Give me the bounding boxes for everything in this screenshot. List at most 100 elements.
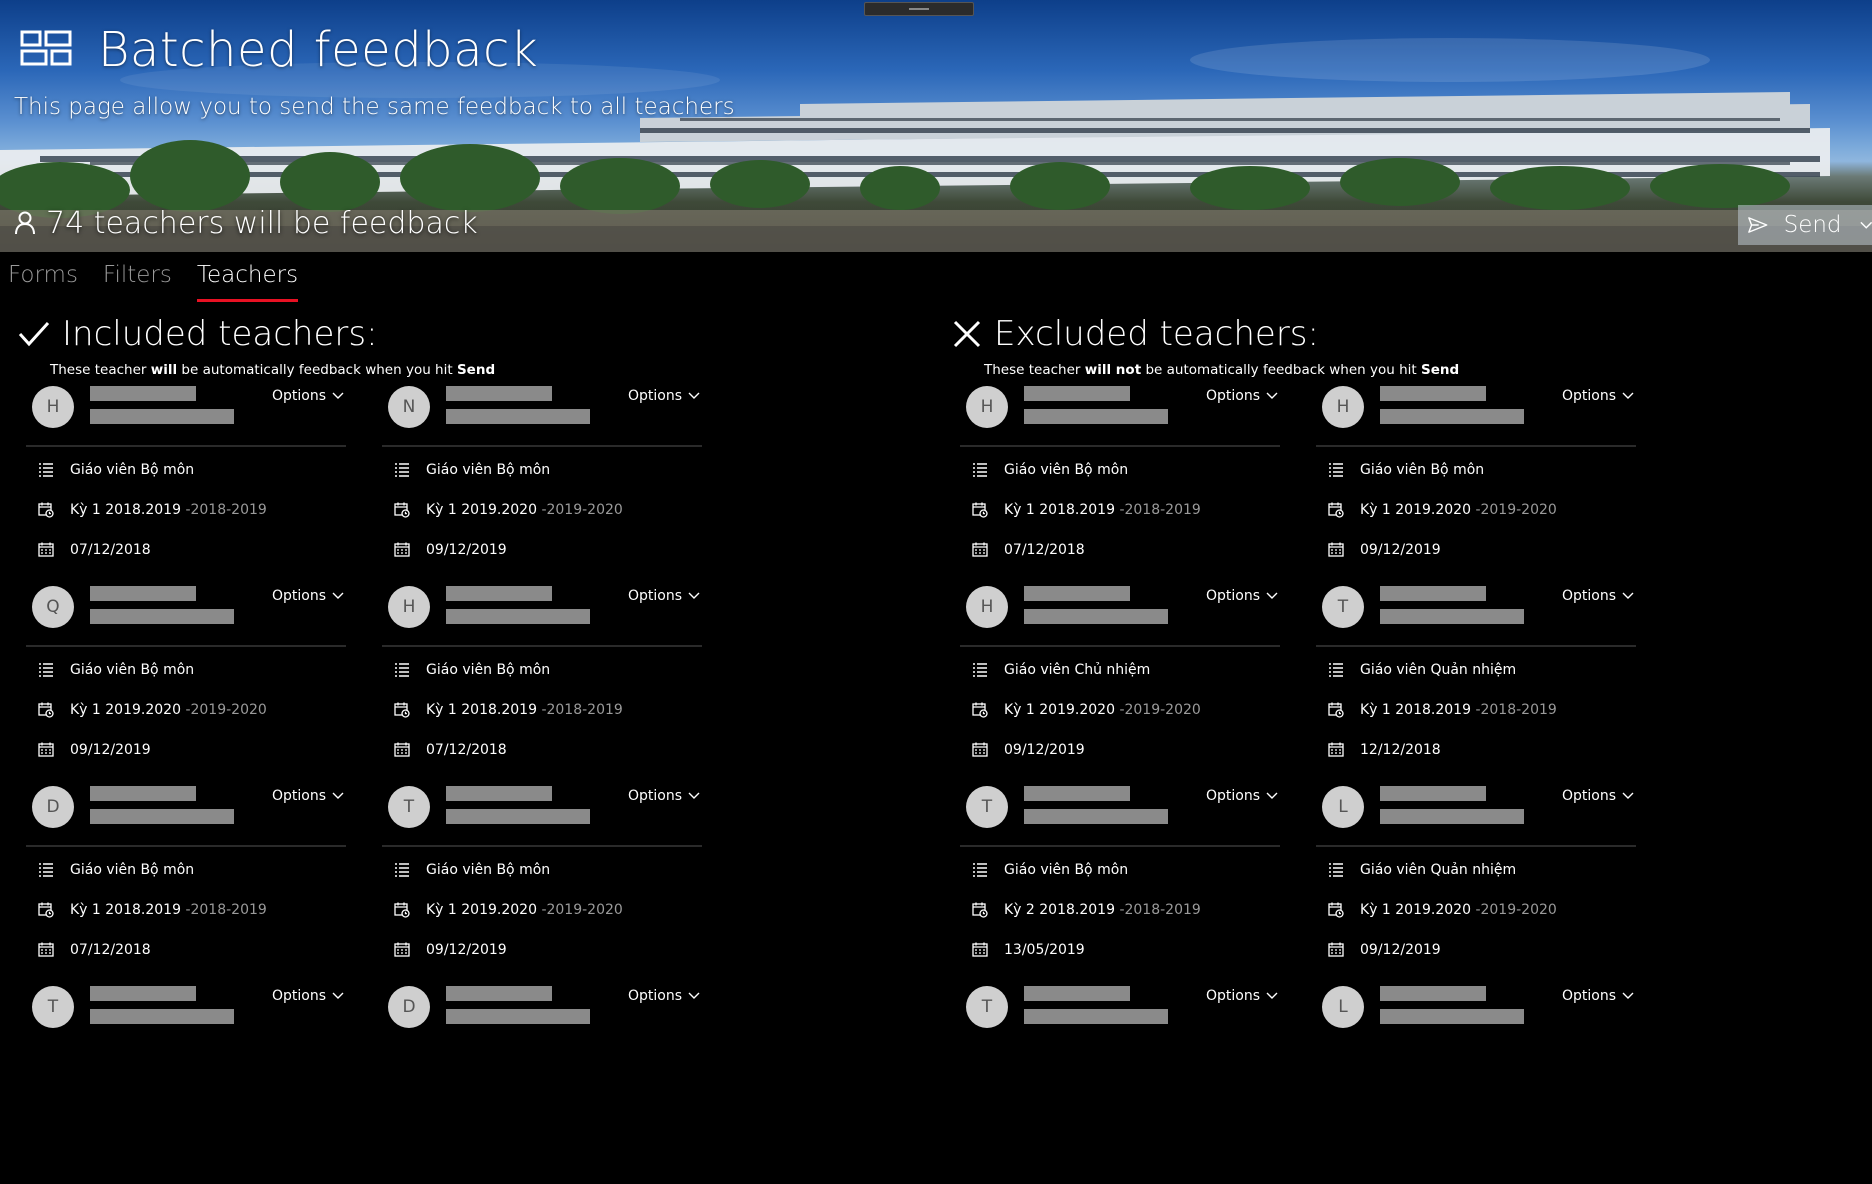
redacted-name	[1024, 386, 1130, 401]
included-section: Included teachers: These teacher will be…	[18, 312, 702, 1028]
teacher-card[interactable]: T Options Giáo viên Bộ môn Kỳ 1 2019.2020 -…	[382, 784, 702, 984]
window-drag-handle[interactable]	[864, 2, 974, 16]
teacher-card[interactable]: L Options Giáo viên Quản nhiệm Kỳ 1 2019.20…	[1316, 784, 1636, 984]
term-text: Kỳ 1 2018.2019	[70, 502, 181, 518]
teacher-card[interactable]: D Options Giáo viên Bộ môn Kỳ 1 2018.2019 -…	[26, 784, 346, 984]
teacher-card[interactable]: D Options	[382, 984, 702, 1184]
role-row: Giáo viên Bộ môn	[38, 660, 194, 680]
options-dropdown[interactable]: Options	[628, 788, 700, 804]
role-row: Giáo viên Bộ môn	[972, 860, 1128, 880]
school-year-text: -2019-2020	[541, 502, 623, 518]
options-dropdown[interactable]: Options	[1206, 388, 1278, 404]
teacher-card[interactable]: Q Options Giáo viên Bộ môn Kỳ 1 2019.2020 -…	[26, 584, 346, 784]
term-text: Kỳ 1 2018.2019	[1360, 702, 1471, 718]
term-row: Kỳ 1 2019.2020 -2019-2020	[394, 900, 623, 920]
date-row: 09/12/2019	[972, 740, 1085, 760]
card-divider	[382, 845, 702, 847]
date-text: 09/12/2019	[70, 742, 151, 758]
options-dropdown[interactable]: Options	[1562, 388, 1634, 404]
teacher-card[interactable]: H Options Giáo viên Bộ môn Kỳ 1 2018.2019 -…	[26, 384, 346, 584]
teacher-card[interactable]: H Options Giáo viên Bộ môn Kỳ 1 2019.2020 -…	[1316, 384, 1636, 584]
options-dropdown[interactable]: Options	[1562, 988, 1634, 1004]
options-label: Options	[627, 988, 682, 1004]
tab-teachers[interactable]: Teachers	[196, 262, 299, 302]
role-row: Giáo viên Bộ môn	[1328, 460, 1484, 480]
teacher-card[interactable]: L Options	[1316, 984, 1636, 1184]
school-year-text: -2018-2019	[185, 502, 267, 518]
term-row: Kỳ 1 2019.2020 -2019-2020	[394, 500, 623, 520]
options-dropdown[interactable]: Options	[1206, 988, 1278, 1004]
term-text: Kỳ 1 2018.2019	[1004, 502, 1115, 518]
date-text: 12/12/2018	[1360, 742, 1441, 758]
teacher-card[interactable]: T Options Giáo viên Bộ môn Kỳ 2 2018.2019 -…	[960, 784, 1280, 984]
teacher-card[interactable]: T Options	[26, 984, 346, 1184]
redacted-name	[446, 586, 552, 601]
school-year-text: -2019-2020	[541, 902, 623, 918]
role-text: Giáo viên Bộ môn	[1360, 462, 1485, 478]
date-row: 13/05/2019	[972, 940, 1085, 960]
list-icon	[395, 463, 409, 477]
options-label: Options	[1205, 388, 1260, 404]
calendar-clock-icon	[1328, 702, 1344, 718]
redacted-detail	[446, 609, 590, 624]
options-dropdown[interactable]: Options	[1206, 788, 1278, 804]
date-text: 09/12/2019	[426, 942, 507, 958]
chevron-down-icon[interactable]	[1859, 221, 1872, 230]
options-label: Options	[271, 988, 326, 1004]
calendar-icon	[1328, 742, 1344, 757]
tab-filters[interactable]: Filters	[103, 262, 172, 302]
teacher-card[interactable]: T Options Giáo viên Quản nhiệm Kỳ 1 2018.20…	[1316, 584, 1636, 784]
date-row: 09/12/2019	[38, 740, 151, 760]
role-text: Giáo viên Chủ nhiệm	[1004, 662, 1151, 678]
options-dropdown[interactable]: Options	[272, 588, 344, 604]
avatar: H	[32, 386, 74, 428]
teacher-card[interactable]: T Options	[960, 984, 1280, 1184]
excluded-description: These teacher will not be automatically …	[984, 362, 1460, 378]
role-text: Giáo viên Quản nhiệm	[1360, 862, 1517, 878]
teacher-card[interactable]: H Options Giáo viên Chủ nhiệm Kỳ 1 2019.202…	[960, 584, 1280, 784]
calendar-icon	[972, 942, 988, 957]
options-dropdown[interactable]: Options	[628, 588, 700, 604]
options-dropdown[interactable]: Options	[1562, 788, 1634, 804]
tab-bar: Forms Filters Teachers	[8, 262, 323, 302]
options-label: Options	[271, 588, 326, 604]
options-dropdown[interactable]: Options	[272, 988, 344, 1004]
list-icon	[39, 863, 53, 877]
options-dropdown[interactable]: Options	[1206, 588, 1278, 604]
options-dropdown[interactable]: Options	[628, 388, 700, 404]
included-title: Included teachers:	[62, 314, 378, 354]
teacher-card[interactable]: H Options Giáo viên Bộ môn Kỳ 1 2018.2019 -…	[382, 584, 702, 784]
term-text: Kỳ 1 2018.2019	[426, 702, 537, 718]
options-label: Options	[627, 588, 682, 604]
teacher-card[interactable]: H Options Giáo viên Bộ môn Kỳ 1 2018.2019 -…	[960, 384, 1280, 584]
avatar: D	[32, 786, 74, 828]
card-divider	[1316, 445, 1636, 447]
teacher-card[interactable]: N Options Giáo viên Bộ môn Kỳ 1 2019.2020 -…	[382, 384, 702, 584]
options-dropdown[interactable]: Options	[1562, 588, 1634, 604]
date-row: 07/12/2018	[394, 740, 507, 760]
options-dropdown[interactable]: Options	[272, 788, 344, 804]
avatar: L	[1322, 986, 1364, 1028]
avatar: D	[388, 986, 430, 1028]
redacted-detail	[1024, 609, 1168, 624]
card-divider	[26, 845, 346, 847]
redacted-detail	[1380, 609, 1524, 624]
avatar: H	[388, 586, 430, 628]
send-button[interactable]: Send	[1738, 205, 1872, 245]
calendar-clock-icon	[38, 502, 54, 518]
date-text: 07/12/2018	[70, 942, 151, 958]
tab-forms[interactable]: Forms	[8, 262, 78, 302]
options-dropdown[interactable]: Options	[628, 988, 700, 1004]
avatar: T	[966, 986, 1008, 1028]
term-row: Kỳ 1 2018.2019 -2018-2019	[1328, 700, 1557, 720]
date-row: 09/12/2019	[394, 940, 507, 960]
options-label: Options	[1561, 988, 1616, 1004]
list-icon	[395, 663, 409, 677]
options-dropdown[interactable]: Options	[272, 388, 344, 404]
role-text: Giáo viên Bộ môn	[426, 862, 551, 878]
redacted-name	[446, 386, 552, 401]
role-row: Giáo viên Quản nhiệm	[1328, 660, 1516, 680]
card-divider	[382, 645, 702, 647]
redacted-name	[1380, 986, 1486, 1001]
card-divider	[26, 645, 346, 647]
